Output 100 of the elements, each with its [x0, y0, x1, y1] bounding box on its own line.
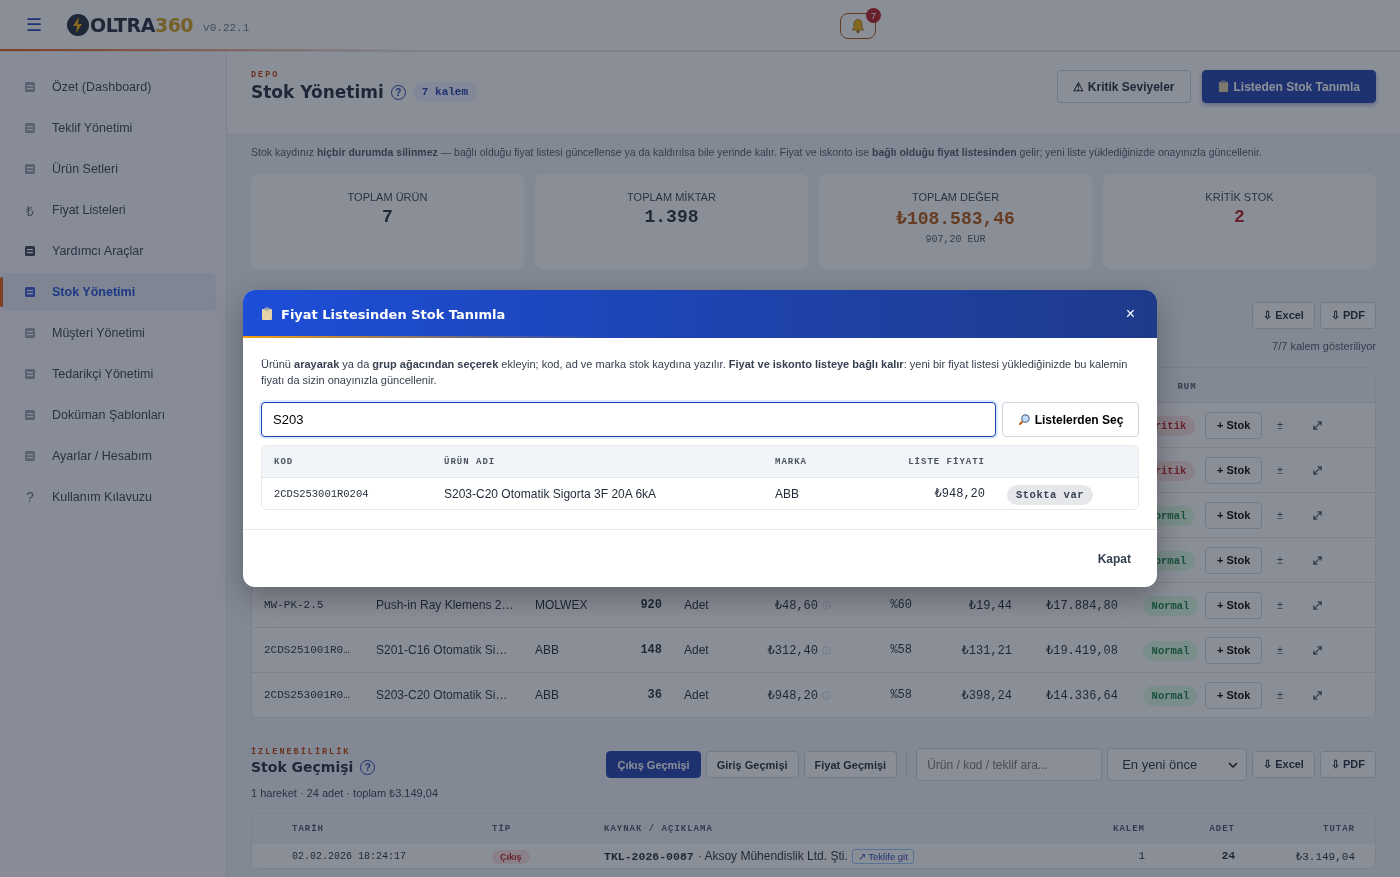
stat-label: TOPLAM DEĞER	[911, 191, 1000, 203]
sidebar-item[interactable]: Yardımcı Araçlar	[0, 232, 216, 270]
column-header: KALEM	[1112, 824, 1145, 834]
expand-icon[interactable]	[1312, 644, 1323, 656]
section-eyebrow: DEPO	[251, 70, 281, 80]
document-icon	[24, 163, 36, 175]
document-icon	[24, 409, 36, 421]
table-cell: S201-C16 Otomatik Si…	[376, 643, 508, 657]
version-label: v0.22.1	[203, 22, 250, 34]
adjust-button[interactable]: ±	[1275, 554, 1286, 566]
adjust-button[interactable]: ±	[1275, 419, 1286, 431]
stat-value: ₺108.583,46	[896, 208, 1015, 229]
history-tab[interactable]: Giriş Geçmişi	[705, 751, 799, 778]
table-cell-text: ABB	[775, 486, 800, 501]
column-header: MARKA	[775, 456, 808, 467]
column-header: TARİH	[292, 824, 325, 834]
document-icon	[24, 368, 36, 380]
stat-value: 1.398	[644, 207, 699, 227]
sidebar-item[interactable]: ? Kullanım Kılavuzu	[0, 478, 216, 516]
expand-icon[interactable]	[1312, 419, 1323, 431]
table-cell: %60	[890, 598, 912, 612]
table-cell: ₺948,20	[767, 687, 818, 703]
table-cell: ABB	[535, 688, 559, 702]
header-button[interactable]: Listeden Stok Tanımla	[1201, 70, 1376, 103]
adjust-button[interactable]: ±	[1275, 509, 1286, 521]
table-cell: ₺19,44	[968, 598, 1012, 613]
table-cell: S203-C20 Otomatik Si…	[376, 688, 508, 702]
search-field[interactable]: Ürün / kod / teklif ara...	[916, 748, 1103, 781]
expand-icon[interactable]	[1312, 464, 1323, 476]
document-icon	[24, 327, 36, 339]
column-header: KAYNAK / AÇIKLAMA	[604, 824, 714, 834]
add-stock-button[interactable]: + Stok	[1205, 501, 1263, 529]
notifications-button[interactable]	[840, 13, 876, 39]
sidebar-item[interactable]: Tedarikçi Yönetimi	[0, 355, 216, 393]
header-button[interactable]: ⚠ Kritik Seviyeler	[1057, 70, 1191, 103]
table-cell: %58	[890, 643, 912, 657]
type-badge: Çıkış	[492, 850, 530, 864]
search-field[interactable]: S203	[261, 402, 996, 437]
sidebar-item[interactable]: Ürün Setleri	[0, 150, 216, 188]
stat-label: TOPLAM MİKTAR	[627, 191, 716, 203]
adjust-button[interactable]: ±	[1275, 644, 1286, 656]
table-cell: MW-PK-2.5	[264, 599, 324, 611]
expand-icon[interactable]	[1312, 509, 1323, 521]
table-cell: ₺312,40	[767, 642, 818, 658]
section-title: Stok Geçmişi	[251, 759, 354, 775]
document-icon	[24, 450, 36, 462]
sidebar-item[interactable]: Doküman Şablonları	[0, 396, 216, 434]
add-stock-button[interactable]: + Stok	[1205, 546, 1263, 574]
expand-icon[interactable]	[1312, 599, 1323, 611]
column-header: ADET	[1208, 824, 1235, 834]
adjust-button[interactable]: ±	[1275, 464, 1286, 476]
adjust-button[interactable]: ±	[1275, 599, 1286, 611]
table-cell: 2CDS251001R0…	[264, 644, 350, 656]
history-tab[interactable]: Çıkış Geçmişi	[606, 751, 701, 778]
export-button[interactable]: ⇩ Excel	[1252, 302, 1315, 329]
expand-icon[interactable]	[1312, 689, 1323, 701]
stat-value: 2	[1234, 207, 1245, 227]
adjust-button[interactable]: ±	[1275, 689, 1286, 701]
export-button[interactable]: ⇩ Excel	[1252, 751, 1315, 778]
close-button[interactable]: ×	[1121, 305, 1139, 323]
sidebar-item[interactable]: ₺ Fiyat Listeleri	[0, 191, 216, 229]
stat-value: 7	[382, 207, 393, 227]
document-icon	[24, 245, 36, 257]
search-icon	[1017, 413, 1031, 426]
sidebar-item[interactable]: Özet (Dashboard)	[0, 68, 216, 106]
pick-from-lists-button[interactable]: Listelerden Seç	[1002, 402, 1139, 437]
column-header: TUTAR	[1322, 824, 1355, 834]
info-text: Stok kaydınız hiçbir durumda silinmez — bağlı olduğu fiyat listesi güncellense ya da kaldırılsa bile yerinde kalır. Fiyat ve iskonto ise bağlı olduğu fiyat listesinden gelir; yeni liste yüklediğinizde onayınızla güncellenir.	[251, 145, 1263, 159]
table-cell: ₺48,60	[774, 597, 818, 613]
column-header: ÜRÜN ADI	[444, 456, 497, 467]
table-cell: 36	[647, 688, 662, 702]
quote-link[interactable]: ↗ Teklife git	[851, 848, 914, 864]
table-cell-text: 24	[1220, 850, 1235, 862]
column-header: LİSTE FİYATI	[907, 456, 985, 467]
modal-description: Ürünü arayarak ya da grup ağacından seçerek ekleyin; kod, ad ve marka stok kaydına yazılır. Fiyat ve iskonto listeye bağlı kalır: yeni bir fiyat listesi yüklediğinizde bu kalemin fiyatı da sizin onayınızla güncellenir.	[261, 357, 1129, 388]
table-cell: MOLWEX	[535, 598, 588, 612]
export-button[interactable]: ⇩ PDF	[1319, 302, 1376, 329]
add-stock-button[interactable]: + Stok	[1205, 636, 1263, 664]
sort-dropdown[interactable]: En yeni önce	[1107, 748, 1248, 781]
expand-icon[interactable]	[1312, 554, 1323, 566]
export-button[interactable]: ⇩ PDF	[1319, 751, 1376, 778]
row-count: 7/7 kalem gösteriliyor	[1271, 340, 1376, 352]
table-cell: ₺131,21	[961, 643, 1012, 658]
bolt-logo-icon	[66, 13, 90, 37]
sidebar-item[interactable]: Stok Yönetimi	[0, 273, 216, 311]
add-stock-button[interactable]: + Stok	[1205, 456, 1263, 484]
close-button[interactable]: Kapat	[1091, 551, 1137, 567]
sidebar-item[interactable]: Teklif Yönetimi	[0, 109, 216, 147]
status-badge: Normal	[1142, 686, 1199, 706]
history-tab[interactable]: Fiyat Geçmişi	[803, 751, 898, 778]
table-cell: ₺19.419,08	[1045, 643, 1118, 658]
status-badge: Normal	[1142, 641, 1199, 661]
sidebar-item[interactable]: Müşteri Yönetimi	[0, 314, 216, 352]
menu-icon[interactable]: ☰	[26, 14, 43, 36]
add-stock-button[interactable]: + Stok	[1205, 681, 1263, 709]
document-icon	[24, 81, 36, 93]
source-code: TKL-2026-0087	[604, 849, 694, 863]
add-stock-button[interactable]: + Stok	[1205, 591, 1263, 619]
add-stock-button[interactable]: + Stok	[1205, 411, 1263, 439]
sidebar-item[interactable]: Ayarlar / Hesabım	[0, 437, 216, 475]
